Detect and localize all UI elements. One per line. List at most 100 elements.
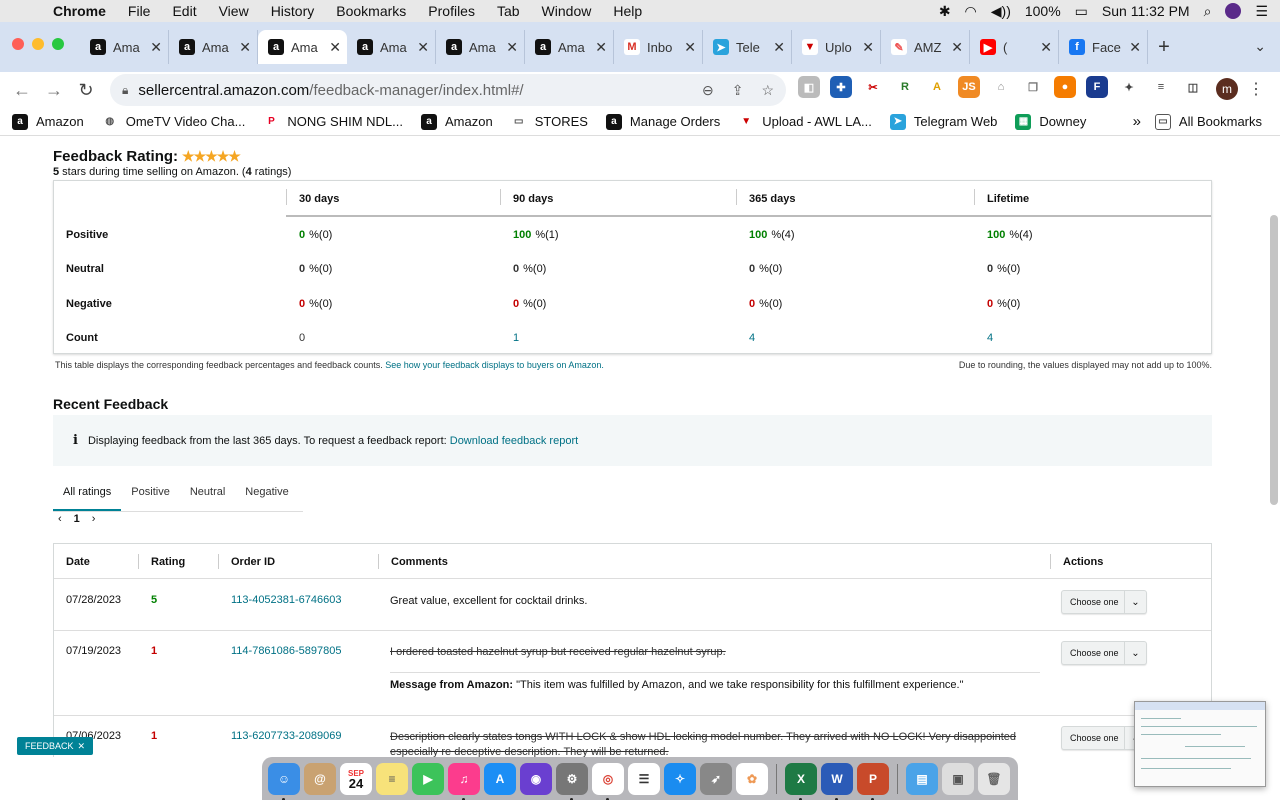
bookmark-item[interactable]: ▦ Downey — [1015, 113, 1086, 130]
menu-history[interactable]: History — [260, 3, 326, 19]
menu-app-name[interactable]: Chrome — [42, 3, 117, 19]
browser-tab[interactable]: a Ama ✕ — [436, 30, 525, 64]
bookmark-item[interactable]: ◍ OmeTV Video Cha... — [101, 113, 245, 130]
order-id-link[interactable]: 114-7861086-5897805 — [231, 645, 342, 657]
screenshot-preview-thumbnail[interactable] — [1134, 701, 1266, 787]
facetime-icon[interactable]: ▶ — [412, 762, 444, 795]
powerpoint-icon[interactable]: P — [857, 762, 889, 800]
battery-icon[interactable]: ▭ — [1075, 3, 1088, 20]
new-tab-button[interactable]: + — [1148, 30, 1180, 64]
extension-off-icon[interactable]: ◧ — [798, 76, 820, 98]
tab-neutral[interactable]: Neutral — [180, 481, 235, 511]
browser-tab[interactable]: a Ama ✕ — [525, 30, 614, 64]
browser-tab[interactable]: ▶ (✕ — [970, 30, 1059, 64]
browser-tab[interactable]: a Ama ✕ — [80, 30, 169, 64]
close-tab-icon[interactable]: ✕ — [1129, 39, 1141, 56]
close-tab-icon[interactable]: ✕ — [329, 39, 341, 56]
word-icon[interactable]: W — [821, 762, 853, 800]
close-tab-icon[interactable]: ✕ — [150, 39, 162, 56]
tab-search-chevron-icon[interactable]: ⌄ — [1254, 38, 1266, 55]
minimize-window-button[interactable] — [32, 38, 44, 50]
menu-bookmarks[interactable]: Bookmarks — [325, 3, 417, 19]
extension-aboost-icon[interactable]: A — [926, 76, 948, 98]
menu-profiles[interactable]: Profiles — [417, 3, 486, 19]
chevron-down-icon[interactable]: ⌄ — [1124, 642, 1146, 664]
tab-all-ratings[interactable]: All ratings — [53, 481, 122, 511]
menu-file[interactable]: File — [117, 3, 162, 19]
chrome-menu-icon[interactable]: ⋮ — [1248, 79, 1264, 99]
clock[interactable]: Sun 11:32 PM — [1102, 3, 1190, 19]
tab-negative[interactable]: Negative — [235, 481, 298, 511]
close-tab-icon[interactable]: ✕ — [684, 39, 696, 56]
bookmark-item[interactable]: a Amazon — [12, 113, 84, 130]
bookmark-item[interactable]: a Amazon — [421, 113, 493, 130]
bookmark-item[interactable]: ▼ Upload - AWL LA... — [738, 113, 872, 130]
siri-app-icon[interactable]: ◉ — [520, 762, 552, 795]
bluetooth-icon[interactable]: ✱ — [939, 3, 951, 20]
browser-tab[interactable]: a Ama ✕ — [347, 30, 436, 64]
close-tab-icon[interactable]: ✕ — [595, 39, 607, 56]
notes-icon[interactable]: ≡ — [376, 762, 408, 795]
browser-tab[interactable]: ➤ Tele ✕ — [703, 30, 792, 64]
order-id-link[interactable]: 113-6207733-2089069 — [231, 730, 342, 742]
close-tab-icon[interactable]: ✕ — [1040, 39, 1052, 56]
order-id-link[interactable]: 113-4052381-6746603 — [231, 594, 342, 606]
browser-tab[interactable]: ▼ Uplo ✕ — [792, 30, 881, 64]
contacts-icon[interactable]: @ — [304, 762, 336, 795]
menu-tab[interactable]: Tab — [486, 3, 531, 19]
excel-icon[interactable]: X — [785, 762, 817, 800]
launchpad-icon[interactable]: ➶ — [700, 762, 732, 795]
reading-list-icon[interactable]: ≡ — [1150, 76, 1172, 98]
lock-icon[interactable]: 🔒︎ — [122, 83, 128, 98]
menu-edit[interactable]: Edit — [161, 3, 207, 19]
prev-page-icon[interactable]: ‹ — [58, 513, 62, 525]
finder-icon[interactable]: ☺ — [268, 762, 300, 800]
wifi-icon[interactable]: ◠ — [965, 3, 977, 20]
all-bookmarks-button[interactable]: ▭ All Bookmarks — [1154, 113, 1262, 130]
bookmark-star-icon[interactable]: ☆ — [761, 82, 774, 99]
close-tab-icon[interactable]: ✕ — [417, 39, 429, 56]
system-preferences-icon[interactable]: ⚙ — [556, 762, 588, 800]
safari-icon[interactable]: ✧ — [664, 762, 696, 795]
extension-sellerhub-icon[interactable]: ✂ — [862, 76, 884, 98]
extension-cart-icon[interactable]: ⌂ — [990, 76, 1012, 98]
close-tab-icon[interactable]: ✕ — [773, 39, 785, 56]
screenshots-stack-icon[interactable]: ▣ — [942, 762, 974, 795]
profile-avatar[interactable]: m — [1216, 78, 1238, 100]
next-page-icon[interactable]: › — [92, 513, 96, 525]
forward-button[interactable]: → — [38, 80, 70, 101]
control-center-icon[interactable]: ☰ — [1255, 3, 1268, 20]
menu-view[interactable]: View — [208, 3, 260, 19]
action-dropdown[interactable]: Choose one ⌄ — [1061, 641, 1147, 665]
tab-positive[interactable]: Positive — [121, 481, 180, 511]
chrome-icon[interactable]: ◎ — [592, 762, 624, 800]
zoom-icon[interactable]: ⊖ — [702, 82, 714, 99]
close-tab-icon[interactable]: ✕ — [862, 39, 874, 56]
extensions-puzzle-icon[interactable]: ✦ — [1118, 76, 1140, 98]
buyer-display-link[interactable]: See how your feedback displays to buyers… — [385, 360, 604, 370]
extension-compass-icon[interactable]: ✚ — [830, 76, 852, 98]
current-page[interactable]: 1 — [74, 513, 80, 525]
chevron-down-icon[interactable]: ⌄ — [1124, 591, 1146, 613]
calendar-icon[interactable]: SEP 24 — [340, 762, 372, 795]
siri-icon[interactable] — [1225, 3, 1242, 19]
browser-tab[interactable]: a Ama ✕ — [258, 30, 347, 64]
app-store-icon[interactable]: A — [484, 762, 516, 795]
downloads-folder-icon[interactable]: ▤ — [906, 762, 938, 795]
menu-window[interactable]: Window — [531, 3, 603, 19]
extension-js-icon[interactable]: JS — [958, 76, 980, 98]
close-tab-icon[interactable]: ✕ — [239, 39, 251, 56]
close-tab-icon[interactable]: ✕ — [506, 39, 518, 56]
page-scrollbar[interactable] — [1270, 215, 1278, 505]
menu-help[interactable]: Help — [602, 3, 653, 19]
spotlight-search-icon[interactable]: ⌕ — [1204, 3, 1212, 20]
photos-icon[interactable]: ✿ — [736, 762, 768, 795]
address-bar[interactable]: 🔒︎ sellercentral.amazon.com /feedback-ma… — [110, 74, 786, 106]
close-tab-icon[interactable]: ✕ — [951, 39, 963, 56]
share-icon[interactable]: ⇪ — [732, 82, 744, 99]
action-dropdown[interactable]: Choose one ⌄ — [1061, 590, 1147, 614]
bookmark-item[interactable]: ➤ Telegram Web — [889, 113, 997, 130]
browser-tab[interactable]: M Inbo ✕ — [614, 30, 703, 64]
extension-orange-icon[interactable]: ● — [1054, 76, 1076, 98]
extension-f-icon[interactable]: F — [1086, 76, 1108, 98]
